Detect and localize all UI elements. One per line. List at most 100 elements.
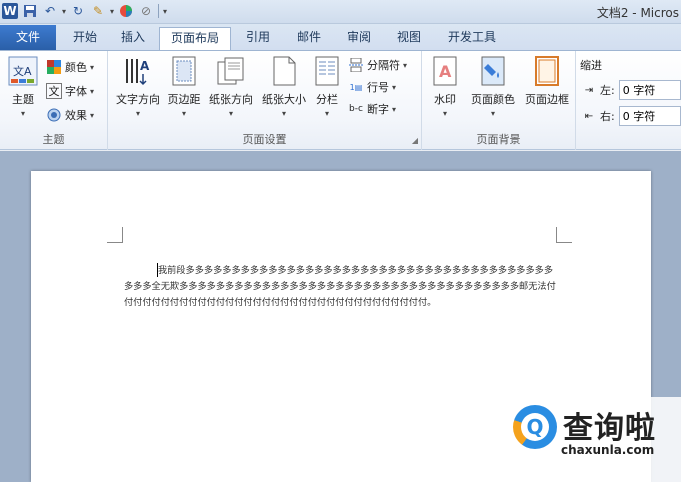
page-setup-group: A 文字方向 ▾ 页边距 ▾ 纸张方向 ▾ 纸张大小 ▾ 分栏 ▾ 分隔符 ▾ … <box>108 51 422 150</box>
theme-effects-label: 效果 <box>65 109 87 122</box>
orientation-label: 纸张方向 <box>209 93 253 106</box>
format-painter-dropdown-icon[interactable]: ▾ <box>110 7 114 16</box>
chevron-down-icon: ▾ <box>90 86 95 96</box>
themes-button[interactable]: 文A 主题 ▾ <box>4 55 42 118</box>
indent-left-label: 左: <box>600 84 615 97</box>
page-setup-group-label: 页面设置 <box>242 133 287 146</box>
toolbar-separator <box>158 4 160 18</box>
watermark-brand: 查询啦 <box>563 411 656 446</box>
color-wheel-icon[interactable] <box>118 3 134 19</box>
paper-size-icon <box>269 55 299 87</box>
size-label: 纸张大小 <box>262 93 306 106</box>
margins-icon <box>169 55 199 87</box>
title-bar: W ↶ ▾ ↻ ✎ ▾ ⊘ ▾ 文档2 - Micros <box>0 0 681 24</box>
columns-icon <box>312 55 342 87</box>
text-direction-label: 文字方向 <box>116 93 160 106</box>
svg-text:A: A <box>140 59 150 73</box>
page-setup-launcher-icon[interactable]: ◢ <box>412 136 418 145</box>
line-numbers-button[interactable]: 1▤ 行号 ▾ <box>348 77 396 97</box>
size-button[interactable]: 纸张大小 ▾ <box>258 55 310 118</box>
page-color-button[interactable]: 页面颜色 ▾ <box>466 55 520 118</box>
page-borders-icon <box>532 55 562 87</box>
breaks-button[interactable]: 分隔符 ▾ <box>348 55 407 75</box>
tab-developer[interactable]: 开发工具 <box>440 27 504 50</box>
indent-right-input[interactable] <box>618 106 681 126</box>
save-icon[interactable] <box>22 3 38 19</box>
line-numbers-label: 行号 <box>367 81 389 94</box>
indent-left-input[interactable] <box>618 80 681 100</box>
theme-effects-button[interactable]: 效果 ▾ <box>46 105 94 125</box>
watermark-button[interactable]: A 水印 ▾ <box>428 55 462 118</box>
text-direction-icon: A <box>123 55 153 87</box>
chevron-down-icon: ▾ <box>90 110 95 120</box>
page-background-group-label: 页面背景 <box>476 133 521 146</box>
page-color-label: 页面颜色 <box>471 93 515 106</box>
svg-text:A: A <box>439 62 452 81</box>
theme-colors-label: 颜色 <box>65 61 87 74</box>
orientation-icon <box>216 55 246 87</box>
chevron-down-icon: ▾ <box>181 109 186 118</box>
tab-insert[interactable]: 插入 <box>110 27 156 50</box>
tab-page-layout[interactable]: 页面布局 <box>159 27 231 50</box>
palette-icon <box>46 59 62 75</box>
tab-view[interactable]: 视图 <box>386 27 432 50</box>
chevron-down-icon: ▾ <box>403 60 408 70</box>
window-title: 文档2 - Micros <box>596 6 679 20</box>
text-direction-button[interactable]: A 文字方向 ▾ <box>112 55 164 118</box>
tab-review[interactable]: 审阅 <box>336 27 382 50</box>
hyphenation-button[interactable]: b-c 断字 ▾ <box>348 99 396 119</box>
tab-home[interactable]: 开始 <box>60 27 110 50</box>
font-icon: 文 <box>46 83 62 99</box>
indent-right-icon: ⇤ <box>584 110 594 122</box>
theme-fonts-button[interactable]: 文 字体 ▾ <box>46 81 94 101</box>
chevron-down-icon: ▾ <box>392 82 397 92</box>
watermark-logo-letter: Q <box>521 413 549 441</box>
chevron-down-icon: ▾ <box>324 109 329 118</box>
orientation-button[interactable]: 纸张方向 ▾ <box>204 55 258 118</box>
themes-dropdown-icon: ▾ <box>20 109 25 118</box>
quick-access-toolbar: W ↶ ▾ ↻ ✎ ▾ ⊘ ▾ <box>2 3 167 19</box>
indent-left-icon: ⇥ <box>584 84 594 96</box>
customize-toolbar-icon[interactable]: ▾ <box>163 7 167 16</box>
indent-left-row: ⇥ 左: <box>582 80 681 100</box>
svg-text:文A: 文A <box>13 64 32 78</box>
ribbon-tabs: 文件 开始 插入 页面布局 引用 邮件 审阅 视图 开发工具 <box>0 24 681 50</box>
theme-colors-button[interactable]: 颜色 ▾ <box>46 57 94 77</box>
format-painter-icon[interactable]: ✎ <box>90 3 106 19</box>
text-cursor <box>157 263 158 277</box>
page-color-icon <box>478 55 508 87</box>
line-numbers-icon: 1▤ <box>349 82 363 92</box>
margins-label: 页边距 <box>167 93 201 106</box>
hyphenation-label: 断字 <box>367 103 389 116</box>
document-paragraph[interactable]: 我前段多多多多多多多多多多多多多多多多多多多多多多多多多多多多多多多多多多多多多… <box>124 263 560 311</box>
undo-dropdown-icon[interactable]: ▾ <box>62 7 66 16</box>
ribbon: 文A 主题 ▾ 颜色 ▾ 文 字体 ▾ 效果 ▾ 主题 A 文字方向 ▾ 页边距… <box>0 50 681 150</box>
undo-icon[interactable]: ↶ <box>42 3 58 19</box>
columns-button[interactable]: 分栏 ▾ <box>310 55 344 118</box>
hyphenation-icon: b-c <box>349 104 363 114</box>
redo-icon[interactable]: ↻ <box>70 3 86 19</box>
columns-label: 分栏 <box>316 93 338 106</box>
effects-icon <box>46 107 62 123</box>
themes-button-label: 主题 <box>12 93 34 106</box>
chevron-down-icon: ▾ <box>490 109 495 118</box>
page-borders-button[interactable]: 页面边框 <box>520 55 574 107</box>
tab-mailings[interactable]: 邮件 <box>286 27 332 50</box>
theme-group: 文A 主题 ▾ 颜色 ▾ 文 字体 ▾ 效果 ▾ 主题 <box>0 51 108 150</box>
breaks-label: 分隔符 <box>367 59 400 72</box>
theme-fonts-label: 字体 <box>65 85 87 98</box>
crop-mark-top-right <box>556 227 572 243</box>
margins-button[interactable]: 页边距 ▾ <box>164 55 204 118</box>
word-logo-icon[interactable]: W <box>2 3 18 19</box>
crop-mark-top-left <box>107 227 123 243</box>
indent-right-row: ⇤ 右: <box>582 106 681 126</box>
page-borders-label: 页面边框 <box>525 93 569 106</box>
theme-group-label: 主题 <box>42 133 65 146</box>
watermark-logo-icon: Q <box>513 405 557 449</box>
watermark-url: chaxunla.com <box>561 443 655 457</box>
chevron-down-icon: ▾ <box>90 62 95 72</box>
tab-references[interactable]: 引用 <box>236 27 280 50</box>
draw-table-icon[interactable]: ⊘ <box>138 3 154 19</box>
tab-file[interactable]: 文件 <box>0 25 56 50</box>
document-body[interactable]: 我前段多多多多多多多多多多多多多多多多多多多多多多多多多多多多多多多多多多多多多… <box>124 263 560 311</box>
